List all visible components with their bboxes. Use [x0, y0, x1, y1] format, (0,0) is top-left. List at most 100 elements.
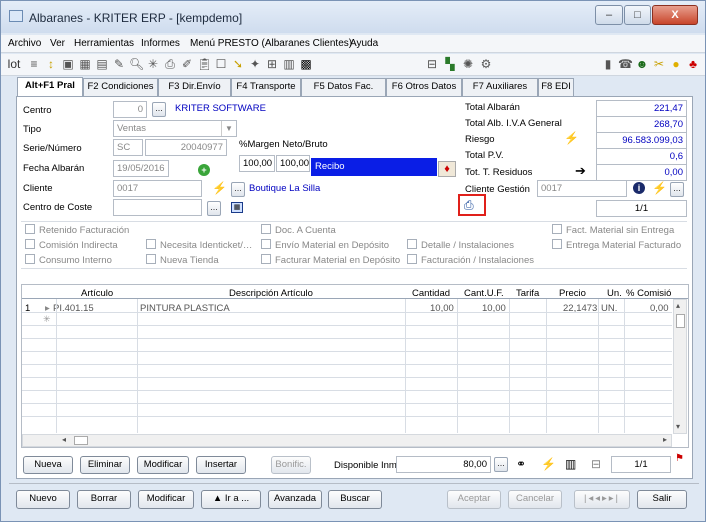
menu-archivo[interactable]: Archivo	[8, 38, 41, 49]
split-icon[interactable]: ⊟	[425, 57, 439, 71]
bars-icon[interactable]: ▮	[601, 57, 615, 71]
cancelar-button[interactable]: Cancelar	[508, 490, 562, 509]
salir-button[interactable]: Salir	[637, 490, 687, 509]
check-comision[interactable]: Comisión Indirecta	[25, 239, 118, 251]
info-icon[interactable]: i	[633, 182, 645, 194]
check-nueva-tienda[interactable]: Nueva Tienda	[146, 254, 219, 266]
tab-edi[interactable]: F8 EDI	[538, 78, 574, 96]
check-doc-cuenta[interactable]: Doc. A Cuenta	[261, 224, 336, 236]
menu-ayuda[interactable]: Ayuda	[350, 38, 378, 49]
clipboard-icon[interactable]: 📋︎	[197, 57, 212, 71]
menu-herramientas[interactable]: Herramientas	[74, 38, 134, 49]
modificar-button[interactable]: Modificar	[138, 490, 194, 509]
add-icon[interactable]: +	[198, 164, 210, 176]
avanzada-button[interactable]: Avanzada	[268, 490, 322, 509]
scroll-down-icon[interactable]: ▾	[676, 422, 680, 431]
calendar-icon[interactable]: ▦	[231, 202, 243, 213]
menu-informes[interactable]: Informes	[141, 38, 180, 49]
calc-icon[interactable]: ▩	[299, 57, 313, 71]
check-retenido[interactable]: Retenido Facturación	[25, 224, 129, 236]
cliente-gestion-field[interactable]: 0017	[537, 180, 627, 197]
pin-icon[interactable]: ✦	[248, 57, 262, 71]
print-icon[interactable]: ⎙	[163, 57, 177, 71]
eliminar-line-button[interactable]: Eliminar	[80, 456, 130, 474]
vertical-scroll-thumb[interactable]	[676, 314, 685, 328]
check-consumo[interactable]: Consumo Interno	[25, 254, 112, 266]
money-bag-icon[interactable]: ♦	[438, 161, 456, 177]
sort-icon[interactable]: ↕	[44, 57, 58, 71]
check-facturacion[interactable]: Facturación / Instalaciones	[407, 254, 534, 266]
margen-neto-field[interactable]: 100,00	[239, 155, 275, 172]
insertar-line-button[interactable]: Insertar	[196, 456, 246, 474]
nd-icon[interactable]: ≡	[27, 57, 41, 71]
tab-datos-fac[interactable]: F5 Datos Fac.	[301, 78, 386, 96]
wand-icon[interactable]: ➘	[231, 57, 245, 71]
tab-auxiliares[interactable]: F7 Auxiliares	[462, 78, 538, 96]
bonific-button[interactable]: Bonific.	[271, 456, 311, 474]
columns-icon[interactable]: ▦	[78, 57, 92, 71]
phone-icon[interactable]: ☎	[618, 57, 633, 71]
check-envio-material[interactable]: Envío Material en Depósito	[261, 239, 389, 251]
scroll-right-icon[interactable]: ▸	[663, 435, 667, 444]
horizontal-scrollbar[interactable]	[22, 434, 672, 447]
select-icon[interactable]: ▣	[61, 57, 75, 71]
edit-icon[interactable]: ✎	[112, 57, 126, 71]
check-fact-sin-entrega[interactable]: Fact. Material sin Entrega	[552, 224, 674, 236]
tipo-select[interactable]: Ventas	[113, 120, 237, 137]
scroll-left-icon[interactable]: ◂	[62, 435, 66, 444]
close-button[interactable]: X	[652, 5, 698, 25]
horizontal-scroll-thumb[interactable]	[74, 436, 88, 445]
barcode-icon[interactable]: ▥	[565, 457, 576, 471]
wand-icon[interactable]: ⚡	[541, 457, 556, 471]
borrar-button[interactable]: Borrar	[77, 490, 131, 509]
disponible-lookup-button[interactable]: ...	[494, 457, 508, 472]
tab-transporte[interactable]: F4 Transporte	[231, 78, 301, 96]
tree-icon[interactable]: ⊞	[265, 57, 279, 71]
buscar-button[interactable]: Buscar	[328, 490, 382, 509]
tab-principal[interactable]: Alt+F1 Pral	[17, 77, 83, 97]
check-facturar-material[interactable]: Facturar Material en Depósito	[261, 254, 400, 266]
modificar-line-button[interactable]: Modificar	[137, 456, 189, 474]
chart-icon[interactable]: ▚	[443, 57, 457, 71]
page-icon[interactable]: ☐	[214, 57, 228, 71]
nuevo-button[interactable]: Nuevo	[16, 490, 70, 509]
arrow-right-icon[interactable]: ➔	[575, 163, 586, 179]
print-icon[interactable]: ⎙	[464, 198, 474, 213]
serie-field[interactable]: SC	[113, 139, 143, 156]
menu-presto[interactable]: Menú PRESTO (Albaranes Clientes)	[190, 38, 352, 49]
fecha-field[interactable]: 19/05/2016	[113, 160, 169, 177]
record-navigator[interactable]: |◂◂▸▸|	[574, 490, 630, 509]
centro-lookup-button[interactable]: ...	[152, 102, 166, 117]
tab-otros-datos[interactable]: F6 Otros Datos	[386, 78, 462, 96]
bulb-icon[interactable]: ●	[669, 57, 683, 71]
wand-icon[interactable]: ⚡	[212, 181, 227, 195]
nueva-line-button[interactable]: Nueva	[23, 456, 73, 474]
grid-icon[interactable]: ▤	[95, 57, 109, 71]
ir-a-button[interactable]: ▲ Ir a ...	[201, 490, 261, 509]
cliente-lookup-button[interactable]: ...	[231, 182, 245, 197]
table-icon[interactable]: ▥	[282, 57, 296, 71]
check-detalle[interactable]: Detalle / Instalaciones	[407, 239, 514, 251]
recibo-select[interactable]: Recibo	[311, 158, 437, 176]
tools-icon[interactable]: ⚙	[479, 57, 493, 71]
badge-icon[interactable]: ✺	[461, 57, 475, 71]
chevron-down-icon[interactable]: ▼	[221, 121, 236, 136]
scroll-up-icon[interactable]: ▴	[676, 301, 680, 310]
coste-field[interactable]	[113, 199, 202, 216]
flag-icon[interactable]: ⚑	[675, 453, 684, 464]
maximize-button[interactable]: □	[624, 5, 651, 25]
minimize-button[interactable]: –	[595, 5, 623, 25]
paperclip-icon[interactable]: ✂	[652, 57, 666, 71]
binoculars-icon[interactable]: ⚭	[516, 457, 526, 471]
check-necesita[interactable]: Necesita Identicket/…	[146, 239, 252, 251]
check-entrega-facturado[interactable]: Entrega Material Facturado	[552, 239, 681, 251]
cliente-field[interactable]: 0017	[113, 180, 202, 197]
centro-field[interactable]: 0	[113, 101, 147, 118]
margen-bruto-field[interactable]: 100,00	[276, 155, 310, 172]
smile-icon[interactable]: ☻	[635, 57, 649, 71]
lightning-icon[interactable]: ⚡	[564, 131, 579, 145]
palm-icon[interactable]: ♣	[686, 57, 700, 71]
asterisk-icon[interactable]: ✳	[146, 57, 160, 71]
pen-icon[interactable]: ✐	[180, 57, 194, 71]
preview-icon[interactable]: 🔍︎	[129, 57, 144, 71]
